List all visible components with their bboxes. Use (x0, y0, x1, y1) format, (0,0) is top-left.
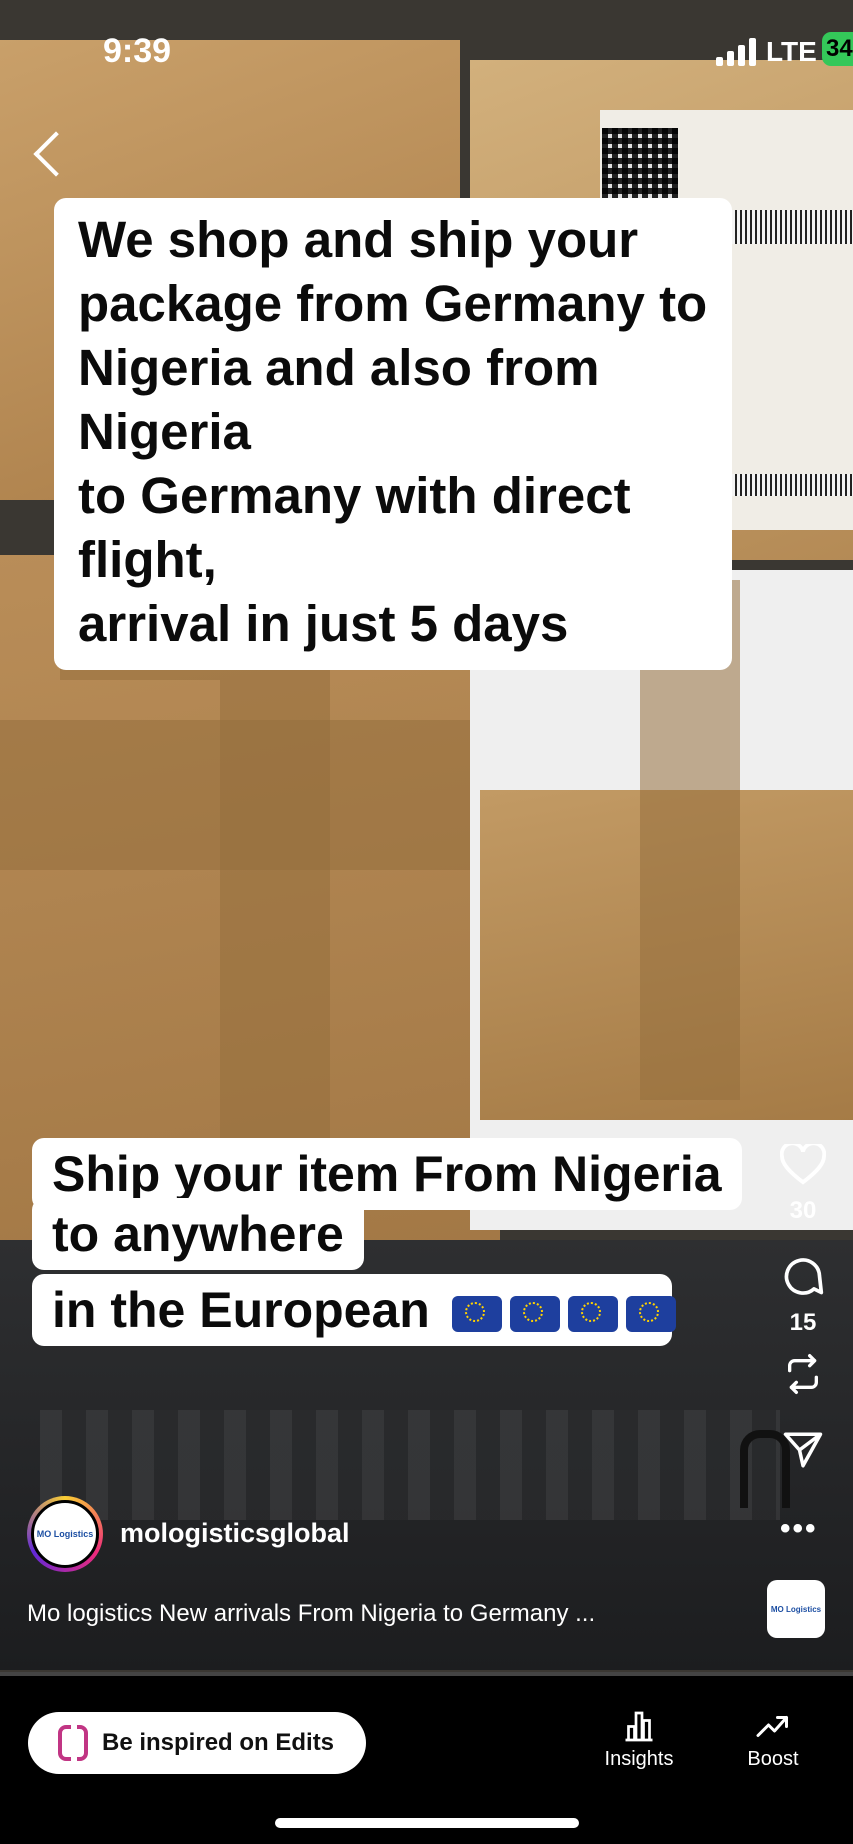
like-count: 30 (789, 1197, 817, 1224)
trend-up-icon (756, 1716, 788, 1737)
repost-action[interactable] (773, 1352, 833, 1401)
edits-button-label: Be inspired on Edits (102, 1729, 335, 1756)
comment-action[interactable]: 15 (773, 1254, 833, 1337)
eu-flag-emojis (444, 1282, 676, 1338)
network-type: LTE (766, 36, 817, 67)
boost-label: Boost (747, 1748, 799, 1770)
cellular-signal-icon (716, 38, 760, 66)
battery-indicator: 34 (822, 32, 853, 66)
overlay-line: Nigeria and also from Nigeria (78, 339, 600, 460)
reel-screen: 9:39 LTE 34 We shop and ship your packag… (0, 0, 853, 1844)
overlay-text-top: We shop and ship your package from Germa… (54, 198, 732, 670)
trunk-ridges (40, 1410, 780, 1520)
eu-flag-icon (567, 1295, 618, 1332)
status-time: 9:39 (103, 32, 172, 70)
eu-flag-icon (509, 1295, 560, 1332)
post-caption[interactable]: Mo logistics New arrivals From Nigeria t… (27, 1600, 595, 1628)
overlay-line: package from Germany to (78, 275, 708, 332)
edits-app-icon (58, 1725, 88, 1761)
share-action[interactable] (773, 1430, 833, 1475)
status-bar: 9:39 LTE 34 (0, 28, 853, 78)
author-username[interactable]: mologisticsglobal (120, 1518, 350, 1549)
author-avatar[interactable]: MO Logistics (27, 1496, 103, 1572)
overlay-line: in the European (32, 1274, 676, 1346)
overlay-line: to anywhere (32, 1198, 364, 1270)
insights-button[interactable]: Insights (584, 1708, 694, 1771)
avatar-logo: MO Logistics (31, 1500, 99, 1568)
comment-icon[interactable] (781, 1254, 825, 1298)
insights-label: Insights (604, 1748, 674, 1770)
overlay-line: to Germany with direct flight, (78, 467, 631, 588)
eu-flag-icon (625, 1295, 676, 1332)
boost-button[interactable]: Boost (718, 1708, 828, 1771)
tape-strip (0, 720, 490, 870)
edits-inspiration-button[interactable]: Be inspired on Edits (28, 1712, 366, 1774)
overlay-line: We shop and ship your (78, 211, 639, 268)
overlay-line: arrival in just 5 days (78, 595, 569, 652)
more-options-icon[interactable]: ••• (780, 1512, 818, 1546)
overlay-text-bottom: Ship your item From Nigeria to anywhere … (32, 1138, 742, 1356)
heart-icon[interactable] (779, 1141, 827, 1186)
qr-code-image (602, 128, 678, 204)
bar-chart-icon (625, 1711, 653, 1742)
eu-flag-icon (451, 1295, 502, 1332)
overlay-line-text: in the European (52, 1282, 430, 1338)
comment-count: 15 (789, 1309, 817, 1336)
repost-icon[interactable] (783, 1352, 823, 1396)
like-action[interactable]: 30 (773, 1141, 833, 1225)
home-indicator[interactable] (275, 1818, 579, 1828)
bottom-action-bar: Be inspired on Edits Insights Boost (0, 1676, 853, 1844)
send-icon[interactable] (782, 1430, 824, 1470)
audio-thumbnail[interactable]: MO Logistics (767, 1580, 825, 1638)
